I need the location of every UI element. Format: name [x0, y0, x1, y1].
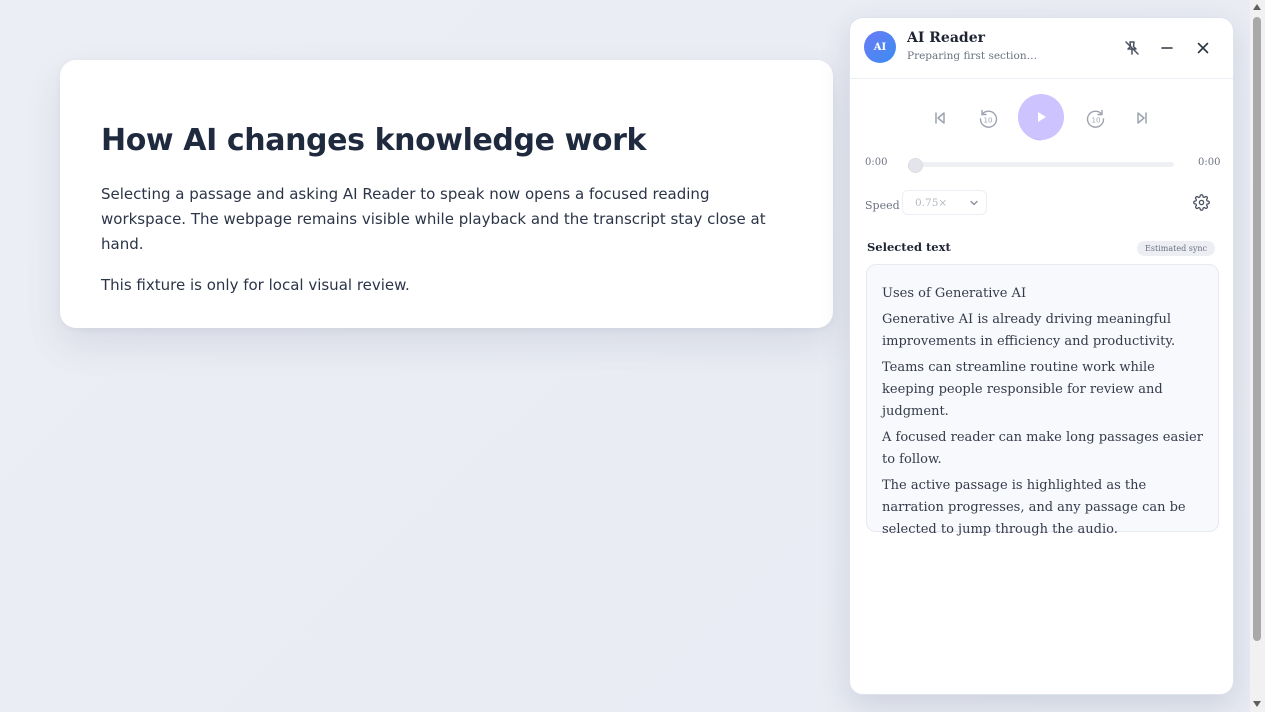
skip-back-icon — [935, 112, 945, 124]
gear-icon — [1192, 193, 1210, 211]
status-text: Preparing first section… — [907, 50, 1038, 62]
playback-controls: 10 10 — [850, 79, 1233, 157]
transcript-box: Uses of Generative AI Generative AI is a… — [866, 264, 1219, 537]
transcript-passage[interactable]: Generative AI is already driving meaning… — [882, 309, 1208, 353]
transcript-passage[interactable]: The active passage is highlighted as the… — [882, 475, 1208, 541]
total-time: 0:00 — [1198, 157, 1221, 168]
close-icon — [1197, 42, 1209, 54]
scroll-thumb[interactable] — [1253, 17, 1261, 641]
speed-label: Speed — [865, 199, 900, 212]
svg-text:10: 10 — [1092, 117, 1101, 125]
progress-row: 0:00 0:00 — [850, 157, 1233, 187]
previous-section-button[interactable] — [930, 109, 950, 127]
article-card: How AI changes knowledge work Selecting … — [60, 60, 833, 328]
play-circle — [1018, 94, 1064, 140]
panel-title: AI Reader — [907, 30, 985, 46]
speed-select[interactable]: 0.75× — [902, 190, 987, 215]
settings-button[interactable] — [1191, 192, 1211, 212]
selected-text-header: Selected text Estimated sync — [850, 239, 1233, 261]
next-section-button[interactable] — [1132, 109, 1152, 127]
article-title: How AI changes knowledge work — [101, 123, 647, 158]
minimize-button[interactable] — [1156, 37, 1178, 59]
play-button[interactable] — [1015, 91, 1067, 143]
scroll-down-arrow[interactable] — [1253, 701, 1261, 707]
close-button[interactable] — [1192, 37, 1214, 59]
forward-10-button[interactable]: 10 — [1084, 107, 1108, 131]
seek-thumb[interactable] — [908, 158, 923, 173]
seek-bar[interactable] — [908, 158, 1174, 173]
unpin-button[interactable] — [1121, 37, 1143, 59]
chevron-down-icon — [970, 200, 978, 206]
rewind-10-icon: 10 — [979, 109, 998, 128]
unpin-icon — [1125, 41, 1139, 55]
play-icon — [1038, 112, 1046, 122]
rewind-10-button[interactable]: 10 — [976, 107, 1000, 131]
page-scrollbar[interactable] — [1250, 0, 1265, 712]
article-paragraph: This fixture is only for local visual re… — [101, 276, 410, 294]
speed-value: 0.75× — [915, 196, 948, 209]
sync-badge: Estimated sync — [1137, 241, 1215, 256]
minimize-icon — [1161, 47, 1173, 49]
panel-header: AI AI Reader Preparing first section… — [850, 18, 1233, 79]
article-paragraph: Selecting a passage and asking AI Reader… — [101, 185, 766, 253]
forward-10-icon: 10 — [1086, 109, 1105, 128]
reader-panel: AI AI Reader Preparing first section… 10… — [849, 17, 1234, 695]
skip-forward-icon — [1137, 112, 1147, 124]
scroll-up-arrow[interactable] — [1253, 4, 1261, 10]
section-title: Selected text — [867, 240, 951, 254]
svg-text:10: 10 — [984, 117, 993, 125]
avatar: AI — [864, 31, 896, 63]
transcript-passage[interactable]: Uses of Generative AI — [882, 283, 1208, 305]
transcript-passage[interactable]: A focused reader can make long passages … — [882, 427, 1208, 471]
current-time: 0:00 — [865, 157, 888, 168]
transcript-passage[interactable]: Teams can streamline routine work while … — [882, 357, 1208, 423]
speed-row: Speed 0.75× — [850, 187, 1233, 239]
